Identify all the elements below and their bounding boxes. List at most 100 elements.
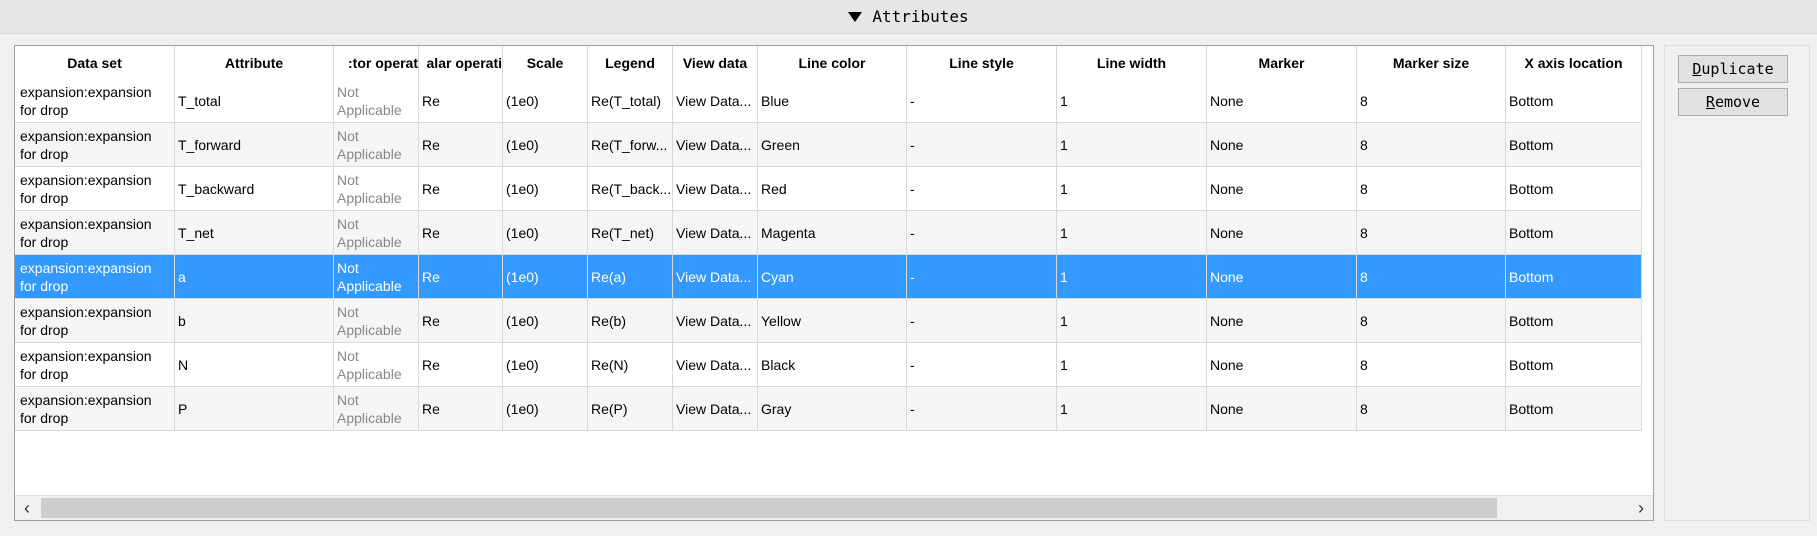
cell-line-color[interactable]: Cyan — [758, 255, 907, 298]
cell-line-style[interactable]: - — [907, 343, 1057, 386]
duplicate-button[interactable]: Duplicate — [1678, 55, 1788, 83]
cell-vector-operation[interactable]: Not Applicable — [334, 255, 419, 298]
column-header-line-color[interactable]: Line color — [758, 46, 907, 79]
cell-marker-size[interactable]: 8 — [1357, 123, 1506, 166]
cell-scalar-operation[interactable]: Re — [419, 211, 503, 254]
cell-marker[interactable]: None — [1207, 387, 1357, 430]
cell-line-width[interactable]: 1 — [1057, 167, 1207, 210]
column-header-marker-size[interactable]: Marker size — [1357, 46, 1506, 79]
chevron-left-icon[interactable]: ‹ — [15, 496, 39, 520]
chevron-right-icon[interactable]: › — [1629, 496, 1653, 520]
column-header-line-width[interactable]: Line width — [1057, 46, 1207, 79]
cell-x-axis-location[interactable]: Bottom — [1506, 123, 1642, 166]
cell-line-color[interactable]: Green — [758, 123, 907, 166]
cell-x-axis-location[interactable]: Bottom — [1506, 79, 1642, 122]
column-header-scalar-operation[interactable]: alar operati — [419, 46, 503, 79]
table-row[interactable]: expansion:expansion for drop T_forward Not… — [15, 123, 1642, 167]
column-header-view-data[interactable]: View data — [673, 46, 758, 79]
cell-scale[interactable]: (1e0) — [503, 387, 588, 430]
table-row[interactable]: expansion:expansion for drop N Not Applica… — [15, 343, 1642, 387]
cell-scalar-operation[interactable]: Re — [419, 79, 503, 122]
cell-scalar-operation[interactable]: Re — [419, 299, 503, 342]
cell-scalar-operation[interactable]: Re — [419, 167, 503, 210]
cell-line-color[interactable]: Blue — [758, 79, 907, 122]
column-header-vector-operation[interactable]: :tor operat — [334, 46, 419, 79]
cell-scale[interactable]: (1e0) — [503, 79, 588, 122]
cell-scale[interactable]: (1e0) — [503, 167, 588, 210]
cell-line-width[interactable]: 1 — [1057, 299, 1207, 342]
cell-line-color[interactable]: Black — [758, 343, 907, 386]
cell-data-set[interactable]: expansion:expansion for drop — [15, 255, 175, 298]
scrollbar-thumb[interactable] — [41, 498, 1497, 518]
cell-line-style[interactable]: - — [907, 79, 1057, 122]
cell-vector-operation[interactable]: Not Applicable — [334, 343, 419, 386]
cell-view-data[interactable]: View Data... — [673, 167, 758, 210]
cell-legend[interactable]: Re(a) — [588, 255, 673, 298]
cell-attribute[interactable]: b — [175, 299, 334, 342]
cell-scale[interactable]: (1e0) — [503, 255, 588, 298]
table-row[interactable]: expansion:expansion for drop T_total Not A… — [15, 79, 1642, 123]
cell-legend[interactable]: Re(b) — [588, 299, 673, 342]
cell-attribute[interactable]: a — [175, 255, 334, 298]
cell-x-axis-location[interactable]: Bottom — [1506, 167, 1642, 210]
cell-marker-size[interactable]: 8 — [1357, 211, 1506, 254]
cell-marker[interactable]: None — [1207, 123, 1357, 166]
cell-data-set[interactable]: expansion:expansion for drop — [15, 123, 175, 166]
cell-line-width[interactable]: 1 — [1057, 387, 1207, 430]
cell-legend[interactable]: Re(T_net) — [588, 211, 673, 254]
cell-legend[interactable]: Re(T_total) — [588, 79, 673, 122]
cell-attribute[interactable]: T_backward — [175, 167, 334, 210]
cell-data-set[interactable]: expansion:expansion for drop — [15, 211, 175, 254]
cell-line-color[interactable]: Gray — [758, 387, 907, 430]
cell-line-color[interactable]: Magenta — [758, 211, 907, 254]
cell-marker-size[interactable]: 8 — [1357, 387, 1506, 430]
cell-line-style[interactable]: - — [907, 299, 1057, 342]
cell-vector-operation[interactable]: Not Applicable — [334, 387, 419, 430]
cell-attribute[interactable]: N — [175, 343, 334, 386]
column-header-scale[interactable]: Scale — [503, 46, 588, 79]
triangle-down-icon[interactable] — [848, 11, 863, 22]
column-header-data-set[interactable]: Data set — [15, 46, 175, 79]
cell-legend[interactable]: Re(N) — [588, 343, 673, 386]
cell-x-axis-location[interactable]: Bottom — [1506, 299, 1642, 342]
table-row[interactable]: expansion:expansion for drop b Not Applica… — [15, 299, 1642, 343]
cell-marker[interactable]: None — [1207, 211, 1357, 254]
cell-marker[interactable]: None — [1207, 255, 1357, 298]
cell-line-width[interactable]: 1 — [1057, 79, 1207, 122]
cell-view-data[interactable]: View Data... — [673, 387, 758, 430]
table-row[interactable]: expansion:expansion for drop T_backward No… — [15, 167, 1642, 211]
cell-vector-operation[interactable]: Not Applicable — [334, 123, 419, 166]
cell-data-set[interactable]: expansion:expansion for drop — [15, 167, 175, 210]
column-header-marker[interactable]: Marker — [1207, 46, 1357, 79]
cell-marker[interactable]: None — [1207, 79, 1357, 122]
cell-scale[interactable]: (1e0) — [503, 211, 588, 254]
cell-marker-size[interactable]: 8 — [1357, 299, 1506, 342]
cell-line-style[interactable]: - — [907, 123, 1057, 166]
cell-attribute[interactable]: T_net — [175, 211, 334, 254]
cell-data-set[interactable]: expansion:expansion for drop — [15, 299, 175, 342]
cell-x-axis-location[interactable]: Bottom — [1506, 387, 1642, 430]
cell-line-width[interactable]: 1 — [1057, 211, 1207, 254]
cell-x-axis-location[interactable]: Bottom — [1506, 343, 1642, 386]
column-header-x-axis-location[interactable]: X axis location — [1506, 46, 1642, 79]
cell-marker[interactable]: None — [1207, 167, 1357, 210]
cell-view-data[interactable]: View Data... — [673, 343, 758, 386]
cell-x-axis-location[interactable]: Bottom — [1506, 255, 1642, 298]
cell-attribute[interactable]: P — [175, 387, 334, 430]
cell-vector-operation[interactable]: Not Applicable — [334, 299, 419, 342]
cell-line-width[interactable]: 1 — [1057, 123, 1207, 166]
table-row[interactable]: expansion:expansion for drop a Not Applica… — [15, 255, 1642, 299]
cell-line-width[interactable]: 1 — [1057, 343, 1207, 386]
cell-marker[interactable]: None — [1207, 299, 1357, 342]
cell-line-style[interactable]: - — [907, 387, 1057, 430]
cell-vector-operation[interactable]: Not Applicable — [334, 211, 419, 254]
cell-marker-size[interactable]: 8 — [1357, 343, 1506, 386]
cell-line-width[interactable]: 1 — [1057, 255, 1207, 298]
remove-button[interactable]: Remove — [1678, 88, 1788, 116]
attributes-header[interactable]: Attributes — [0, 0, 1817, 34]
cell-line-color[interactable]: Red — [758, 167, 907, 210]
column-header-legend[interactable]: Legend — [588, 46, 673, 79]
table-row[interactable]: expansion:expansion for drop P Not Applica… — [15, 387, 1642, 431]
cell-marker[interactable]: None — [1207, 343, 1357, 386]
cell-legend[interactable]: Re(T_forw... — [588, 123, 673, 166]
